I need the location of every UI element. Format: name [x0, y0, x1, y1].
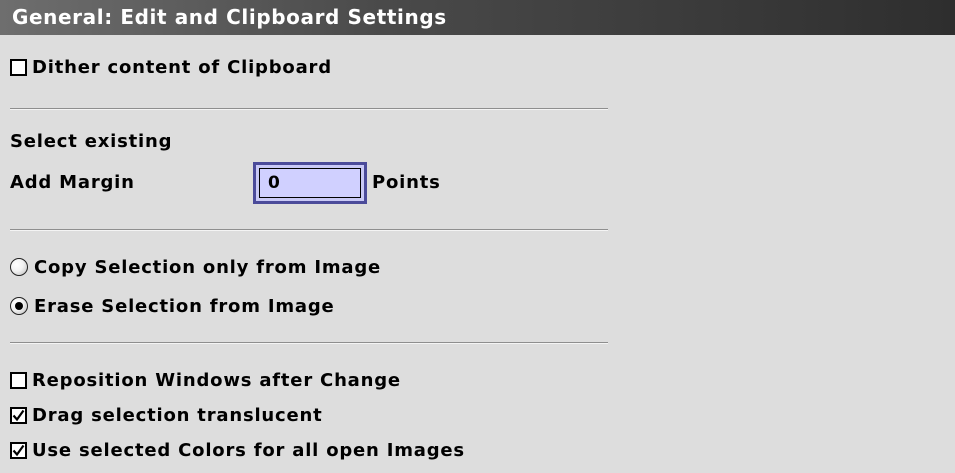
add-margin-label: Add Margin — [10, 172, 135, 193]
erase-selection-option[interactable]: Erase Selection from Image — [10, 292, 335, 320]
settings-panel: General: Edit and Clipboard Settings Dit… — [0, 0, 955, 473]
use-selected-colors-checkbox[interactable] — [10, 441, 27, 459]
title-bar: General: Edit and Clipboard Settings — [0, 0, 955, 35]
panel-title: General: Edit and Clipboard Settings — [12, 5, 447, 29]
checkmark-icon — [12, 409, 25, 421]
drag-translucent-label: Drag selection translucent — [32, 404, 323, 426]
divider — [10, 229, 608, 231]
drag-translucent-checkbox[interactable] — [10, 406, 27, 424]
use-selected-colors-label: Use selected Colors for all open Images — [32, 439, 465, 461]
checkmark-icon — [12, 444, 25, 456]
erase-selection-radio[interactable] — [10, 297, 28, 315]
copy-selection-option[interactable]: Copy Selection only from Image — [10, 253, 381, 281]
points-unit-label: Points — [372, 172, 441, 193]
reposition-windows-label: Reposition Windows after Change — [32, 369, 401, 391]
dither-clipboard-label: Dither content of Clipboard — [32, 56, 332, 78]
select-existing-label: Select existing — [10, 131, 173, 152]
reposition-windows-checkbox[interactable] — [10, 371, 27, 389]
margin-input[interactable] — [259, 168, 361, 198]
dither-clipboard-option[interactable]: Dither content of Clipboard — [10, 53, 332, 81]
reposition-windows-option[interactable]: Reposition Windows after Change — [10, 366, 401, 394]
erase-selection-label: Erase Selection from Image — [34, 295, 335, 317]
dither-clipboard-checkbox[interactable] — [10, 58, 27, 76]
margin-input-frame — [253, 162, 367, 204]
drag-translucent-option[interactable]: Drag selection translucent — [10, 401, 323, 429]
divider — [10, 108, 608, 110]
use-selected-colors-option[interactable]: Use selected Colors for all open Images — [10, 436, 465, 464]
copy-selection-radio[interactable] — [10, 258, 28, 276]
radio-selected-dot — [15, 302, 23, 310]
copy-selection-label: Copy Selection only from Image — [34, 256, 382, 278]
divider — [10, 342, 608, 344]
